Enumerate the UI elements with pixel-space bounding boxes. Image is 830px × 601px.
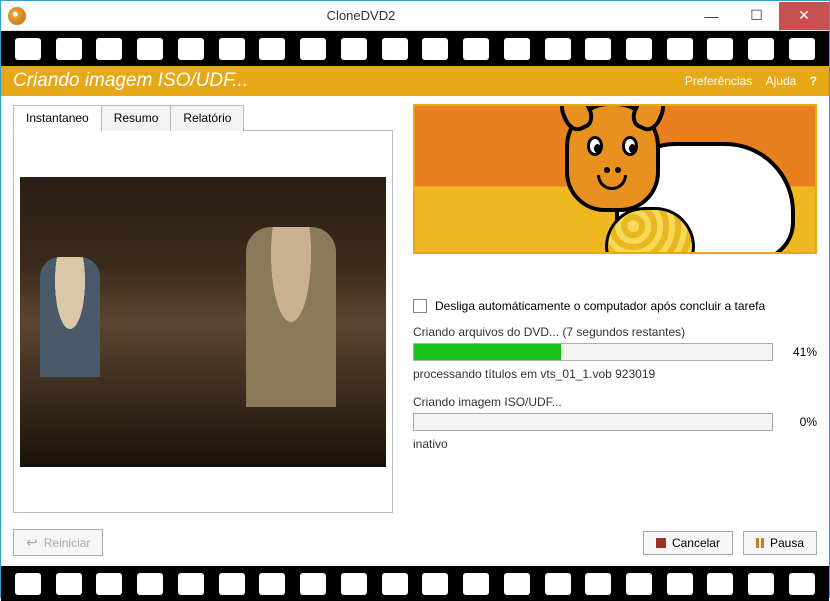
left-column: Instantaneo Resumo Relatório xyxy=(13,104,393,513)
minimize-button[interactable]: — xyxy=(689,2,734,30)
progress2-status: inativo xyxy=(413,437,817,451)
restart-icon: ↩ xyxy=(26,534,38,551)
window-controls: — ☐ ✕ xyxy=(689,2,829,30)
controls-area: Desliga automáticamente o computador apó… xyxy=(413,299,817,451)
progress2-label: Criando imagem ISO/UDF... xyxy=(413,395,817,409)
pause-icon xyxy=(756,538,764,548)
cancel-button[interactable]: Cancelar xyxy=(643,531,733,555)
filmstrip-bottom xyxy=(1,566,829,601)
app-icon xyxy=(8,7,26,25)
tab-bar: Instantaneo Resumo Relatório xyxy=(13,104,393,131)
progress2-bar xyxy=(413,413,773,431)
shutdown-label: Desliga automáticamente o computador apó… xyxy=(435,299,765,313)
banner-title: Criando imagem ISO/UDF... xyxy=(13,70,675,92)
shutdown-row: Desliga automáticamente o computador apó… xyxy=(413,299,817,313)
tab-report[interactable]: Relatório xyxy=(170,105,244,131)
progress1-percent: 41% xyxy=(783,345,817,359)
filmstrip-top xyxy=(1,31,829,66)
mascot-box xyxy=(413,104,817,254)
app-window: CloneDVD2 — ☐ ✕ Criando imagem ISO/UDF..… xyxy=(0,0,830,598)
progress1-bar xyxy=(413,343,773,361)
progress1-status: processando títulos em vts_01_1.vob 9230… xyxy=(413,367,817,381)
titlebar: CloneDVD2 — ☐ ✕ xyxy=(1,1,829,31)
close-button[interactable]: ✕ xyxy=(779,2,829,30)
restart-button: ↩ Reiniciar xyxy=(13,529,103,556)
pause-button[interactable]: Pausa xyxy=(743,531,817,555)
help-link[interactable]: Ajuda xyxy=(766,74,797,88)
maximize-button[interactable]: ☐ xyxy=(734,2,779,30)
video-preview xyxy=(20,177,386,467)
stop-icon xyxy=(656,538,666,548)
content-area: Criando imagem ISO/UDF... Preferências A… xyxy=(1,66,829,566)
prefs-link[interactable]: Preferências xyxy=(685,74,752,88)
banner: Criando imagem ISO/UDF... Preferências A… xyxy=(1,66,829,96)
tab-content xyxy=(13,131,393,513)
progress1-fill xyxy=(414,344,561,360)
help-icon[interactable]: ? xyxy=(810,74,817,88)
tab-summary[interactable]: Resumo xyxy=(101,105,172,131)
shutdown-checkbox[interactable] xyxy=(413,299,427,313)
tab-snapshot[interactable]: Instantaneo xyxy=(13,105,102,131)
right-column: Desliga automáticamente o computador apó… xyxy=(413,104,817,513)
window-title: CloneDVD2 xyxy=(33,8,689,23)
progress2-percent: 0% xyxy=(783,415,817,429)
footer: ↩ Reiniciar Cancelar Pausa xyxy=(1,523,829,566)
progress1-label: Criando arquivos do DVD... (7 segundos r… xyxy=(413,325,817,339)
banner-links: Preferências Ajuda ? xyxy=(675,74,817,88)
